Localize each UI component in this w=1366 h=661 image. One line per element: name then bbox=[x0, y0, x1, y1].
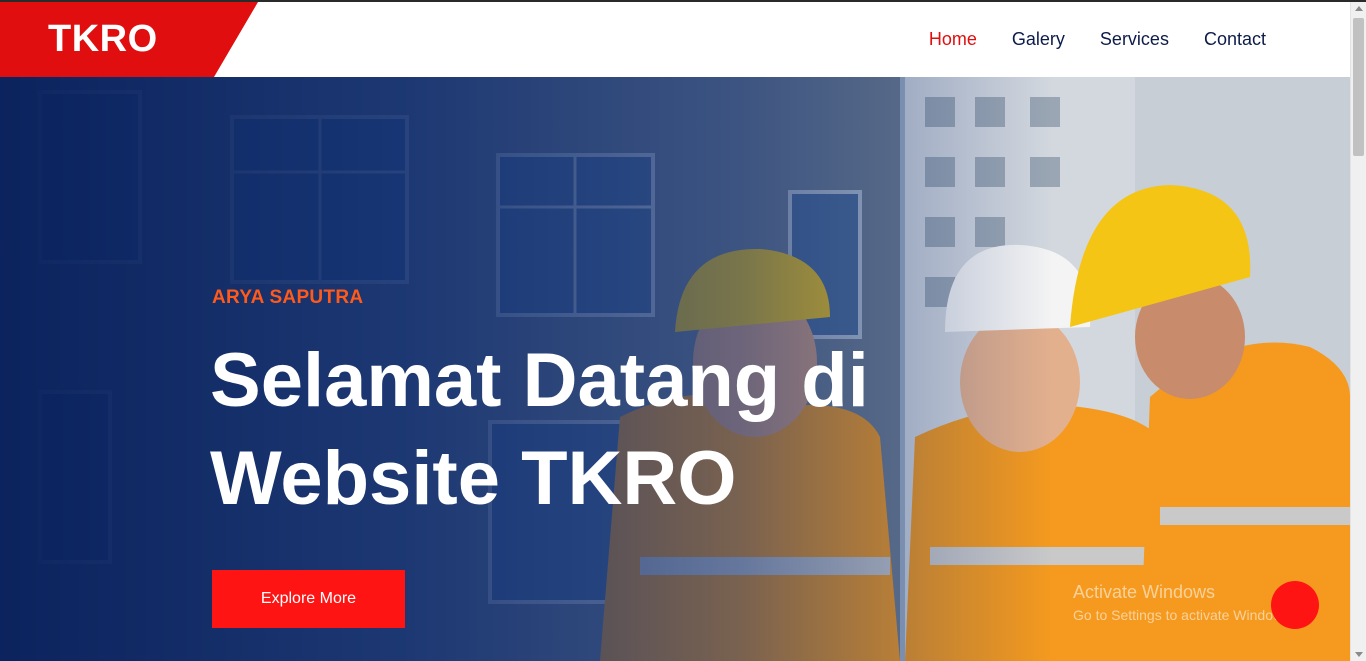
logo-text[interactable]: TKRO bbox=[48, 18, 158, 61]
nav-link-contact[interactable]: Contact bbox=[1204, 29, 1266, 50]
page: TKRO Home Galery Services Contact ARYA S… bbox=[0, 0, 1366, 661]
scrollbar-thumb[interactable] bbox=[1353, 18, 1364, 156]
watermark-title: Activate Windows bbox=[1073, 582, 1216, 602]
nav-link-home[interactable]: Home bbox=[929, 29, 977, 50]
scroll-down-arrow-icon[interactable] bbox=[1355, 652, 1363, 657]
hero-subtitle: ARYA SAPUTRA bbox=[212, 287, 364, 308]
scroll-up-arrow-icon[interactable] bbox=[1355, 6, 1363, 11]
activate-windows-watermark: Activate Windows Go to Settings to activ… bbox=[1073, 582, 1294, 623]
site-header: TKRO Home Galery Services Contact bbox=[0, 2, 1350, 77]
hero-headline: Selamat Datang di Website TKRO bbox=[210, 332, 970, 528]
hero-section: ARYA SAPUTRA Selamat Datang di Website T… bbox=[0, 77, 1350, 661]
nav-link-services[interactable]: Services bbox=[1100, 29, 1169, 50]
hero-headline-line2: Website TKRO bbox=[210, 436, 737, 521]
floating-action-button[interactable] bbox=[1271, 581, 1319, 629]
hero-headline-line1: Selamat Datang di bbox=[210, 338, 869, 423]
vertical-scrollbar[interactable] bbox=[1350, 2, 1366, 661]
watermark-subtitle: Go to Settings to activate Windows. bbox=[1073, 607, 1294, 623]
nav-link-galery[interactable]: Galery bbox=[1012, 29, 1065, 50]
logo-box[interactable]: TKRO bbox=[0, 2, 258, 77]
explore-more-button[interactable]: Explore More bbox=[212, 570, 405, 628]
main-nav: Home Galery Services Contact bbox=[929, 2, 1266, 77]
